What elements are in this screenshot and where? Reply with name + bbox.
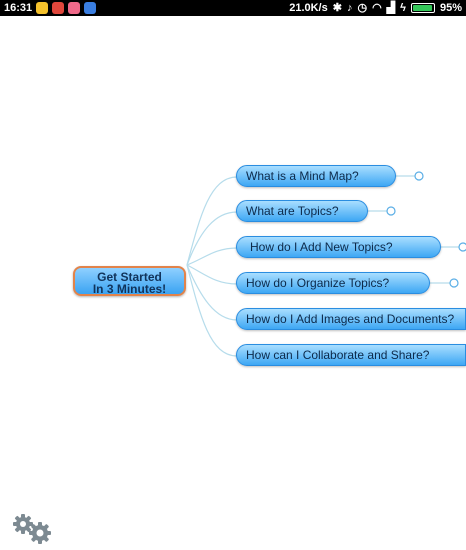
collapse-toggle-3[interactable] xyxy=(458,242,466,252)
topic-add-new-topics[interactable]: How do I Add New Topics? xyxy=(236,236,441,258)
silent-icon: ♪ xyxy=(346,2,353,14)
topic-what-is-mind-map[interactable]: What is a Mind Map? xyxy=(236,165,396,187)
connector-1 xyxy=(186,176,238,266)
clock-time: 16:31 xyxy=(4,2,33,14)
mind-map-canvas[interactable]: Get Started In 3 Minutes! What is a Mind… xyxy=(0,16,466,550)
network-speed: 21.0K/s xyxy=(289,2,328,14)
topic-what-are-topics[interactable]: What are Topics? xyxy=(236,200,368,222)
collapse-toggle-4[interactable] xyxy=(449,278,459,288)
topic-collaborate-share[interactable]: How can I Collaborate and Share? xyxy=(236,344,466,366)
battery-percent: 95% xyxy=(439,2,462,14)
charging-icon: ϟ xyxy=(400,2,406,14)
status-bar: 16:31 21.0K/s ✱ ♪ ◷ ◠ ▟ ϟ 95% xyxy=(0,0,466,16)
central-topic-line-2: In 3 Minutes! xyxy=(92,282,167,296)
wifi-icon: ◠ xyxy=(372,2,382,14)
collapse-toggle-1[interactable] xyxy=(414,171,424,181)
gears-icon[interactable] xyxy=(10,512,54,544)
app-icon xyxy=(84,2,97,14)
central-topic[interactable]: Get Started In 3 Minutes! xyxy=(73,266,186,296)
battery-icon xyxy=(410,3,435,13)
collapse-toggle-2[interactable] xyxy=(386,206,396,216)
topic-add-images-documents[interactable]: How do I Add Images and Documents? xyxy=(236,308,466,330)
connector-3 xyxy=(186,247,238,266)
signal-icon: ▟ xyxy=(386,2,396,14)
app-icon xyxy=(52,2,65,14)
app-icon xyxy=(68,2,81,14)
bluetooth-icon: ✱ xyxy=(332,2,342,14)
topic-organize-topics[interactable]: How do I Organize Topics? xyxy=(236,272,430,294)
weibo-icon xyxy=(36,2,49,14)
alarm-icon: ◷ xyxy=(357,2,368,14)
